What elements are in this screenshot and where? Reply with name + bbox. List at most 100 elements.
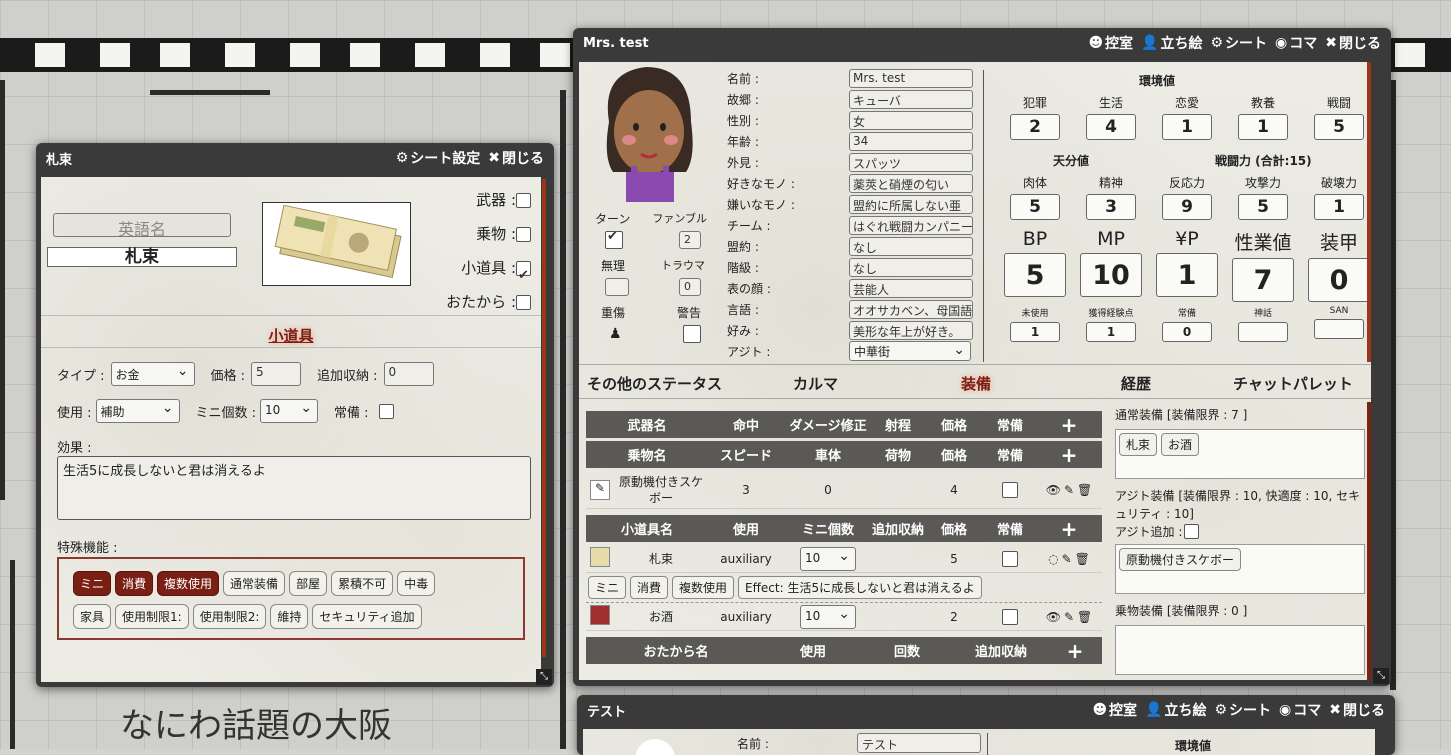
eye-icon[interactable]: 👁 <box>1046 610 1061 624</box>
stat-value-input[interactable]: 1 <box>1010 322 1060 342</box>
close-button[interactable]: ✖ 閉じる <box>488 148 544 168</box>
resize-handle[interactable]: ⤡ <box>536 669 552 685</box>
character-portrait[interactable] <box>591 62 711 202</box>
stat-value-input[interactable]: 7 <box>1232 258 1294 302</box>
add-row-button[interactable]: + <box>1036 413 1102 437</box>
profile-value-input[interactable]: なし <box>849 258 973 277</box>
trauma-input[interactable]: 0 <box>679 278 701 296</box>
stat-value-input[interactable]: 1 <box>1156 253 1218 297</box>
muno-input[interactable] <box>605 278 629 296</box>
effect-textarea[interactable]: 生活5に成長しないと君は消えるよ <box>57 456 531 520</box>
hikae-button[interactable]: ☻ 控室 <box>1092 700 1137 720</box>
stat-value-input[interactable]: 2 <box>1010 114 1060 140</box>
turn-checkbox[interactable] <box>605 229 623 249</box>
prop-always-checkbox[interactable] <box>1002 608 1018 625</box>
stat-value-input[interactable]: 1 <box>1314 194 1364 220</box>
profile-value-input[interactable]: なし <box>849 237 973 256</box>
edit-icon[interactable]: ✎ <box>1062 552 1072 566</box>
special-chip[interactable]: 通常装備 <box>223 571 286 596</box>
injury-icon[interactable]: ♟ <box>609 326 622 342</box>
koma-button[interactable]: ◉ コマ <box>1275 33 1317 53</box>
ajito-equip-box[interactable]: 原動機付きスケボー <box>1115 544 1365 594</box>
koma-button[interactable]: ◉ コマ <box>1279 700 1321 720</box>
stat-value-input[interactable]: 5 <box>1314 114 1364 140</box>
vehicle-equip-box[interactable] <box>1115 625 1365 675</box>
stat-value-input[interactable]: 0 <box>1162 322 1212 342</box>
stat-value-input[interactable]: 4 <box>1086 114 1136 140</box>
equip-chip[interactable]: 札束 <box>1119 433 1158 456</box>
close-button[interactable]: ✖ 閉じる <box>1329 700 1385 720</box>
stat-value-input[interactable]: 0 <box>1308 258 1370 302</box>
item-name-input[interactable]: 札束 <box>47 247 237 267</box>
profile-value-input[interactable]: 美形な年上が好き。 <box>849 321 973 340</box>
trash-icon[interactable]: 🗑 <box>1075 552 1090 566</box>
flag-prop-checkbox[interactable] <box>516 259 531 293</box>
profile-value-input[interactable]: 薬莢と硝煙の匂い <box>849 174 973 193</box>
stat-value-input[interactable]: 5 <box>1238 194 1288 220</box>
stat-value-input[interactable]: 3 <box>1086 194 1136 220</box>
ajito-add-checkbox[interactable] <box>1184 524 1200 539</box>
flag-treasure-checkbox[interactable] <box>516 295 531 310</box>
edit-icon[interactable]: ✎ <box>1064 610 1074 624</box>
normal-equip-box[interactable]: 札束 お酒 <box>1115 429 1365 479</box>
item-thumbnail[interactable] <box>590 547 610 567</box>
keikoku-checkbox[interactable] <box>683 325 701 343</box>
prop-mini-select[interactable]: 10 <box>800 546 856 571</box>
special-chip[interactable]: セキュリティ追加 <box>312 604 422 629</box>
type-select[interactable]: お金 <box>110 362 195 386</box>
profile-value-input[interactable]: Mrs. test <box>849 69 973 88</box>
vehicle-always-checkbox[interactable] <box>1002 481 1018 498</box>
prop-always-checkbox[interactable] <box>1002 550 1018 567</box>
sheet-button[interactable]: ⚙ シート <box>1210 33 1267 53</box>
prop-mini-select[interactable]: 10 <box>800 604 856 629</box>
trash-icon[interactable]: 🗑 <box>1077 483 1092 497</box>
table-row[interactable]: お酒 auxiliary 10 2 👁✎🗑 <box>586 603 1102 631</box>
tab-chat-palette[interactable]: チャットパレット <box>1233 373 1353 394</box>
table-row[interactable]: ✎ 原動機付きスケボー 3 0 4 👁 ✎ 🗑 <box>586 471 1102 509</box>
special-chip[interactable]: 使用制限2: <box>192 604 267 629</box>
tab-equipment[interactable]: 装備 <box>961 373 991 394</box>
special-chip[interactable]: 消費 <box>115 571 154 596</box>
special-chip[interactable]: 家具 <box>73 604 112 629</box>
stat-value-input[interactable]: 10 <box>1080 253 1142 297</box>
ajito-select[interactable]: 中華街 <box>849 341 971 361</box>
always-checkbox[interactable] <box>378 403 394 419</box>
add-row-button[interactable]: + <box>1036 517 1102 541</box>
stat-value-input[interactable]: 5 <box>1010 194 1060 220</box>
tachie-button[interactable]: 👤 立ち絵 <box>1141 33 1202 53</box>
profile-value-input[interactable]: 34 <box>849 132 973 151</box>
flag-weapon-checkbox[interactable] <box>516 193 531 208</box>
price-input[interactable]: 5 <box>251 362 302 386</box>
add-row-button[interactable]: + <box>1036 443 1102 467</box>
table-row[interactable]: 札束 auxiliary 10 5 ◌ ✎🗑 <box>586 545 1102 573</box>
profile-value-input[interactable]: 女 <box>849 111 973 130</box>
fumble-input[interactable]: 2 <box>679 231 701 249</box>
flag-vehicle-checkbox[interactable] <box>516 227 531 242</box>
sheet-button[interactable]: ⚙ シート <box>1214 700 1271 720</box>
profile-value-input[interactable]: はぐれ戦闘カンパニー <box>849 216 973 235</box>
special-chip[interactable]: 維持 <box>270 604 309 629</box>
hikae-button[interactable]: ☻ 控室 <box>1088 33 1133 53</box>
mini-count-select[interactable]: 10 <box>260 399 319 423</box>
character-window-titlebar[interactable]: Mrs. test ☻ 控室 👤 立ち絵 ⚙ シート ◉ コマ ✖ 閉じる <box>573 28 1391 58</box>
close-button[interactable]: ✖ 閉じる <box>1325 33 1381 53</box>
stat-value-input[interactable]: 9 <box>1162 194 1212 220</box>
special-chip[interactable]: 累積不可 <box>331 571 394 596</box>
eye-slash-icon[interactable]: ◌ <box>1048 552 1058 566</box>
use-select[interactable]: 補助 <box>95 399 180 423</box>
vehicle-icon[interactable]: ✎ <box>590 479 610 500</box>
stat-value-input[interactable]: 1 <box>1238 114 1288 140</box>
special-chip[interactable]: 複数使用 <box>157 571 220 596</box>
edit-icon[interactable]: ✎ <box>1064 483 1074 497</box>
special-chip[interactable]: ミニ <box>73 571 112 596</box>
profile-value-input[interactable]: キューバ <box>849 90 973 109</box>
item-thumbnail[interactable] <box>590 605 610 625</box>
profile-value-input[interactable]: オオサカベン、母国語 <box>849 300 973 319</box>
sheet-settings-button[interactable]: ⚙ シート設定 <box>396 148 481 168</box>
profile-value-input[interactable]: 盟約に所属しない亜 <box>849 195 973 214</box>
profile-value-input[interactable]: スパッツ <box>849 153 973 172</box>
stat-value-input[interactable]: 1 <box>1162 114 1212 140</box>
tachie-button[interactable]: 👤 立ち絵 <box>1145 700 1206 720</box>
english-name-input[interactable]: 英語名 <box>53 213 231 237</box>
stat-value-input[interactable]: 5 <box>1004 253 1066 297</box>
